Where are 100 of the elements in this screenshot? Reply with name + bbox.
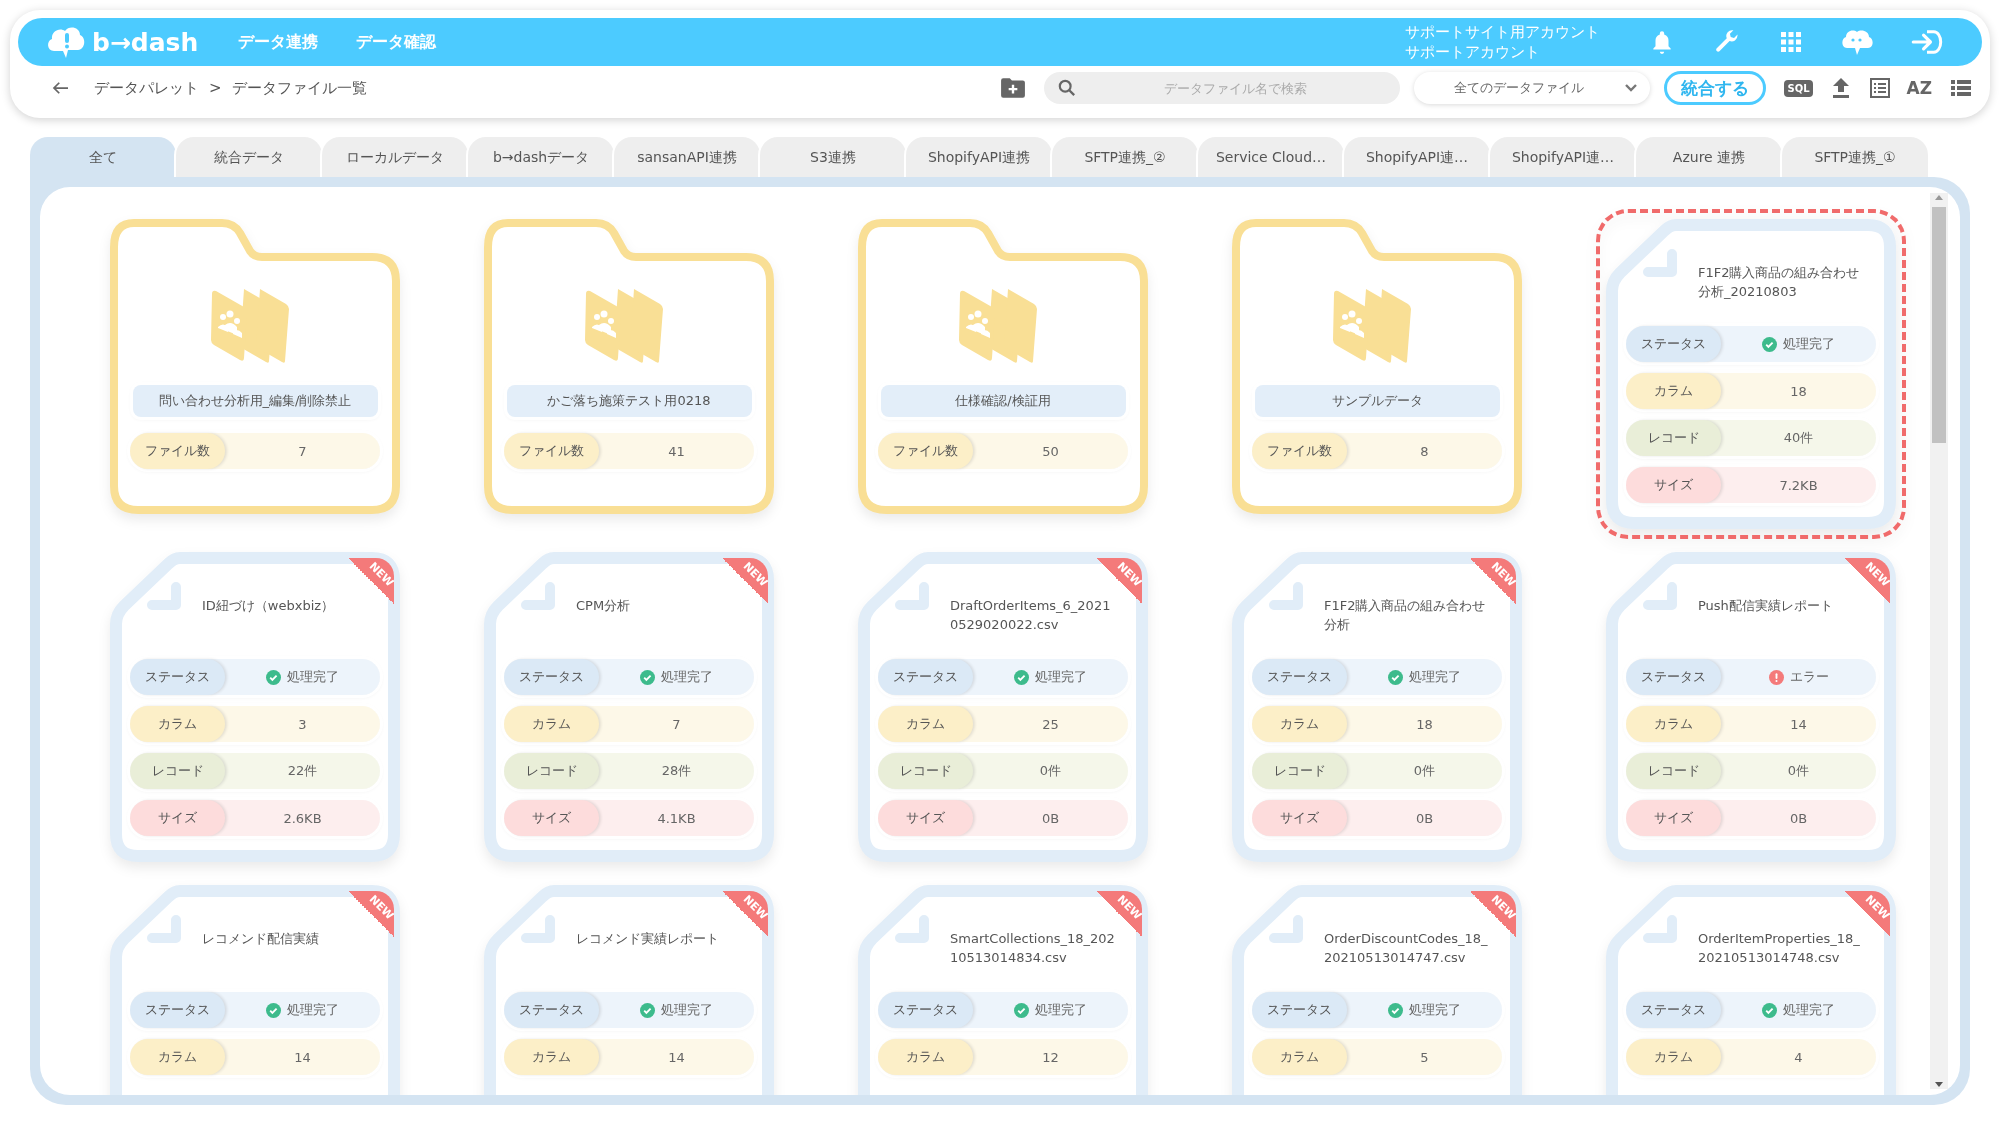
stat-label: カラム	[1626, 1039, 1721, 1075]
sign-out-icon[interactable]	[1911, 28, 1943, 56]
tab[interactable]: b→dashデータ	[468, 137, 614, 177]
stat-value: 0件	[1787, 762, 1810, 780]
tab[interactable]: ShopifyAPI連…	[1344, 137, 1490, 177]
folder-card[interactable]: かご落ち施策テスト用0218 ファイル数 41	[484, 219, 774, 514]
tab[interactable]: SFTP連携_②	[1052, 137, 1198, 177]
tab[interactable]: sansanAPI連携	[614, 137, 760, 177]
upload-icon[interactable]	[1830, 77, 1851, 99]
stat-label: ステータス	[1252, 992, 1347, 1028]
tab[interactable]: S3連携	[760, 137, 906, 177]
apps-grid-icon[interactable]	[1779, 30, 1803, 54]
stat-value: 14	[1790, 716, 1807, 732]
stat-value: 処理完了	[1409, 668, 1461, 686]
stat-label: ステータス	[878, 659, 973, 695]
list-icon[interactable]	[1950, 79, 1972, 97]
sort-button[interactable]: AZ	[1906, 78, 1932, 98]
folder-name: サンプルデータ	[1254, 385, 1500, 417]
logo-icon[interactable]	[46, 25, 86, 59]
stat-label: ステータス	[1252, 659, 1347, 695]
stat-value: 処理完了	[1035, 1001, 1087, 1019]
stat-label: サイズ	[1626, 467, 1721, 503]
stat-label: ステータス	[878, 992, 973, 1028]
folder-name: かご落ち施策テスト用0218	[506, 385, 752, 417]
breadcrumb-item: >	[209, 79, 222, 97]
stat-label: カラム	[504, 1039, 599, 1075]
stat-value: 処理完了	[287, 668, 339, 686]
tab[interactable]: ShopifyAPI連携	[906, 137, 1052, 177]
stat-label: ステータス	[504, 659, 599, 695]
stat-label: レコード	[878, 753, 973, 789]
stat-label: カラム	[130, 1039, 225, 1075]
stat-value: 7.2KB	[1779, 477, 1818, 493]
stat-value: 処理完了	[1035, 668, 1087, 686]
stat-value: 18	[1416, 716, 1433, 732]
folder-card[interactable]: サンプルデータ ファイル数 8	[1232, 219, 1522, 514]
stat-value: 処理完了	[1409, 1001, 1461, 1019]
file-name: CPM分析	[576, 597, 632, 615]
list-document-icon[interactable]	[1868, 77, 1891, 99]
tab[interactable]: Azure 連携	[1636, 137, 1782, 177]
stat-label: ステータス	[130, 992, 225, 1028]
stat-label: ファイル数	[878, 433, 973, 469]
tab[interactable]: ローカルデータ	[322, 137, 468, 177]
stat-value: 5	[1420, 1049, 1429, 1065]
scrollbar[interactable]	[1930, 193, 1948, 1089]
stat-label: ステータス	[504, 992, 599, 1028]
stat-value: 22件	[287, 762, 318, 780]
stat-value: 12	[1042, 1049, 1059, 1065]
stat-label: サイズ	[130, 800, 225, 836]
file-name: ID紐づけ（webxbiz）	[202, 597, 336, 615]
stat-label: レコード	[1626, 753, 1721, 789]
account-name: サポートアカウント	[1405, 42, 1541, 62]
tab[interactable]: 全て	[30, 137, 176, 177]
stat-value: 28件	[661, 762, 692, 780]
tab[interactable]: ShopifyAPI連…	[1490, 137, 1636, 177]
stat-value: 3	[298, 716, 307, 732]
stat-label: カラム	[1626, 373, 1721, 409]
stat-label: カラム	[878, 1039, 973, 1075]
stat-label: ファイル数	[130, 433, 225, 469]
scroll-down-icon[interactable]	[1934, 1081, 1944, 1089]
stat-label: レコード	[504, 753, 599, 789]
folder-card[interactable]: 問い合わせ分析用_編集/削除禁止 ファイル数 7	[110, 219, 400, 514]
file-name: レコメンド実績レポート	[576, 930, 720, 948]
stat-label: ステータス	[130, 659, 225, 695]
stat-value: 処理完了	[661, 668, 713, 686]
file-filter-dropdown[interactable]: 全てのデータファイル	[1414, 72, 1651, 104]
folder-card[interactable]: 仕様確認/検証用 ファイル数 50	[858, 219, 1148, 514]
stat-value: 処理完了	[1783, 1001, 1835, 1019]
breadcrumb-item: データファイル一覧	[231, 78, 367, 98]
stat-value: 18	[1790, 383, 1807, 399]
chat-bubble-icon[interactable]	[1841, 28, 1873, 56]
account-name: サポートサイト用アカウント	[1405, 22, 1600, 42]
scroll-thumb[interactable]	[1932, 207, 1946, 443]
search-icon	[1058, 79, 1077, 97]
file-name: Push配信実績レポート	[1698, 597, 1834, 615]
stat-label: ファイル数	[504, 433, 599, 469]
stat-value: 40件	[1783, 429, 1814, 447]
stat-label: サイズ	[1626, 800, 1721, 836]
stat-value: 0B	[1415, 810, 1434, 826]
sql-button[interactable]: SQL	[1784, 79, 1813, 97]
stat-label: サイズ	[1252, 800, 1347, 836]
stat-label: ファイル数	[1252, 433, 1347, 469]
stat-label: カラム	[1626, 706, 1721, 742]
caret-icon	[1624, 83, 1639, 93]
stat-value: 7	[672, 716, 681, 732]
scroll-up-icon[interactable]	[1934, 193, 1944, 201]
folder-name: 問い合わせ分析用_編集/削除禁止	[132, 385, 378, 417]
stat-value: 4.1KB	[657, 810, 696, 826]
stat-label: カラム	[1252, 1039, 1347, 1075]
folder-plus-icon[interactable]	[1000, 77, 1027, 99]
stat-value: 0B	[1041, 810, 1060, 826]
stat-value: 4	[1794, 1049, 1803, 1065]
tab[interactable]: SFTP連携_①	[1782, 137, 1928, 177]
stat-label: ステータス	[1626, 659, 1721, 695]
stat-label: レコード	[1626, 420, 1721, 456]
back-arrow-icon[interactable]	[52, 81, 70, 95]
tab[interactable]: Service Cloud…	[1198, 137, 1344, 177]
tab[interactable]: 統合データ	[176, 137, 322, 177]
breadcrumb-item[interactable]: データパレット	[94, 78, 199, 98]
stat-label: カラム	[878, 706, 973, 742]
stat-label: ステータス	[1626, 992, 1721, 1028]
